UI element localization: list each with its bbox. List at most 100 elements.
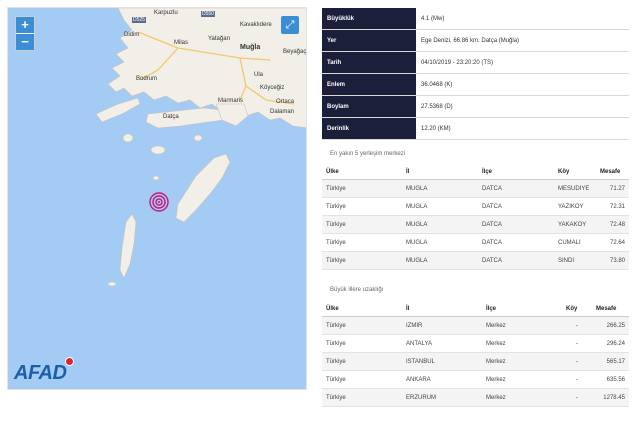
karpathos-island (119, 213, 137, 279)
earthquake-map[interactable]: Karpuzlu Kavaklıdere Didim Milas Yatağan… (7, 7, 307, 390)
map-label-dalaman: Dalaman (270, 109, 295, 115)
symi-island (193, 134, 203, 142)
zoom-control: + − (15, 16, 35, 51)
table-header-row: Ülke İl İlçe Köy Mesafe (322, 164, 629, 180)
column-header: Ülke (322, 164, 402, 180)
cell-province: IZMIR (402, 316, 482, 335)
column-header: Mesafe (592, 301, 629, 317)
cell-distance: 73.80 (596, 251, 629, 270)
info-key: Boylam (322, 95, 416, 118)
fullscreen-icon[interactable]: ⤢ (281, 16, 299, 34)
road-badge-d550: D550 (201, 11, 215, 17)
tilos-island (150, 145, 166, 155)
cell-province: ISTANBUL (402, 352, 482, 371)
column-header: Köy (554, 164, 596, 180)
table-row: Türkiye MUGLA DATCA CUMALI 72.64 (322, 233, 629, 252)
info-value: 12.20 (KM) (416, 117, 629, 140)
table-row: Türkiye MUGLA DATCA SINDI 73.80 (322, 251, 629, 270)
nearest-settlements-title: En yakın 5 yerleşim merkezi (330, 151, 406, 157)
zoom-in-button[interactable]: + (16, 17, 34, 34)
cell-village: - (562, 388, 592, 407)
table-row: Türkiye ISTANBUL Merkez - 565.17 (322, 352, 629, 371)
cell-country: Türkiye (322, 179, 402, 198)
cell-village: - (562, 370, 592, 389)
cell-district: DATCA (478, 215, 554, 234)
cell-country: Türkiye (322, 352, 402, 371)
table-row: Türkiye ERZURUM Merkez - 1278.45 (322, 388, 629, 407)
info-value: 4.1 (Mw) (416, 8, 629, 30)
cell-province: MUGLA (402, 233, 478, 252)
cell-village: - (562, 352, 592, 371)
table-row: Türkiye MUGLA DATCA YAZIKOY 72.31 (322, 197, 629, 216)
map-label-datca: Datça (163, 114, 179, 120)
info-value: Ege Denizi, 66.86 km. Datça (Muğla) (416, 29, 629, 52)
column-header: Ülke (322, 301, 402, 317)
info-key: Derinlik (322, 117, 416, 140)
cell-country: Türkiye (322, 370, 402, 389)
cell-country: Türkiye (322, 251, 402, 270)
map-label-milas: Milas (174, 40, 189, 46)
kasos-island (107, 281, 117, 287)
cell-province: ERZURUM (402, 388, 482, 407)
map-label-didim: Didim (124, 32, 140, 38)
column-header: İl (402, 164, 478, 180)
major-cities-table: Ülke İl İlçe Köy Mesafe Türkiye IZMIR Me… (322, 301, 629, 407)
info-key: Tarih (322, 51, 416, 74)
info-row-magnitude: Büyüklük 4.1 (Mw) (322, 8, 629, 30)
cell-distance: 72.31 (596, 197, 629, 216)
cell-distance: 565.17 (592, 352, 629, 371)
afad-logo-mark-icon (65, 357, 74, 366)
cell-district: Merkez (482, 316, 562, 335)
table-row: Türkiye MUGLA DATCA YAKAKOY 72.48 (322, 215, 629, 234)
map-label-koycegiz: Köyceğiz (260, 85, 285, 91)
cell-distance: 635.56 (592, 370, 629, 389)
column-header: İl (402, 301, 482, 317)
cell-distance: 71.27 (596, 179, 629, 198)
cell-country: Türkiye (322, 388, 402, 407)
cell-district: DATCA (478, 251, 554, 270)
info-value: 27.5368 (D) (416, 95, 629, 118)
info-key: Büyüklük (322, 8, 416, 30)
map-label-kavaklidere: Kavaklıdere (240, 22, 272, 28)
table-header-row: Ülke İl İlçe Köy Mesafe (322, 301, 629, 317)
rhodes-island (175, 153, 231, 223)
zoom-out-button[interactable]: − (16, 34, 34, 50)
cell-country: Türkiye (322, 334, 402, 353)
map-label-mugla: Muğla (240, 44, 261, 51)
info-row-latitude: Enlem 36.0468 (K) (322, 73, 629, 96)
cell-district: DATCA (478, 197, 554, 216)
cell-village: - (562, 334, 592, 353)
cell-district: Merkez (482, 388, 562, 407)
info-key: Enlem (322, 73, 416, 96)
cell-distance: 266.25 (592, 316, 629, 335)
map-canvas[interactable] (8, 8, 307, 390)
afad-logo: AFAD (14, 362, 67, 384)
cell-country: Türkiye (322, 233, 402, 252)
column-header: Mesafe (596, 164, 629, 180)
cell-country: Türkiye (322, 197, 402, 216)
cell-province: MUGLA (402, 197, 478, 216)
cell-district: DATCA (478, 233, 554, 252)
info-row-longitude: Boylam 27.5368 (D) (322, 95, 629, 118)
info-row-depth: Derinlik 12.20 (KM) (322, 117, 629, 140)
bozburun-peninsula (215, 103, 249, 127)
cell-province: MUGLA (402, 215, 478, 234)
nearest-settlements-table: Ülke İl İlçe Köy Mesafe Türkiye MUGLA DA… (322, 164, 629, 270)
column-header: İlçe (478, 164, 554, 180)
cell-village: MESUDIYE (554, 179, 596, 198)
epicenter-marker[interactable] (149, 192, 169, 212)
cell-village: - (562, 316, 592, 335)
map-label-karpuzlu: Karpuzlu (154, 10, 178, 16)
map-label-yatagan: Yatağan (208, 36, 230, 42)
cell-village: YAZIKOY (554, 197, 596, 216)
cell-province: MUGLA (402, 251, 478, 270)
column-header: Köy (562, 301, 592, 317)
info-row-date: Tarih 04/10/2019 - 23:20:20 (TS) (322, 51, 629, 74)
cell-village: CUMALI (554, 233, 596, 252)
table-row: Türkiye MUGLA DATCA MESUDIYE 71.27 (322, 179, 629, 198)
cell-distance: 72.48 (596, 215, 629, 234)
cell-country: Türkiye (322, 316, 402, 335)
map-label-marmaris: Marmaris (218, 98, 243, 104)
cell-village: YAKAKOY (554, 215, 596, 234)
major-cities-title: Büyük illere uzaklığı (330, 287, 384, 293)
